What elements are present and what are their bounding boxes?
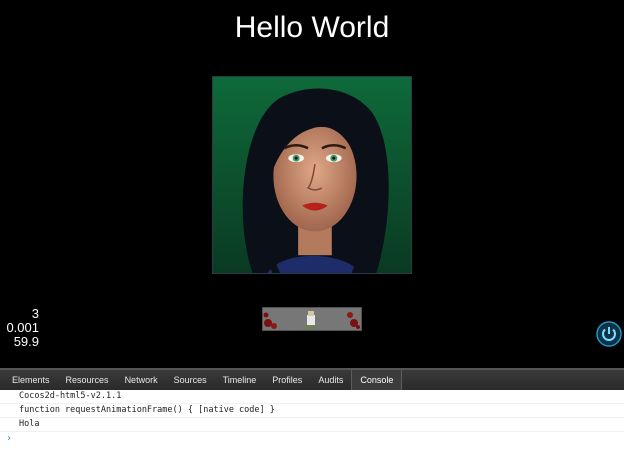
console-prompt-icon[interactable]: ›: [6, 433, 12, 444]
tab-profiles[interactable]: Profiles: [264, 370, 310, 390]
tab-elements[interactable]: Elements: [4, 370, 58, 390]
tab-console[interactable]: Console: [351, 370, 403, 390]
power-icon[interactable]: [596, 321, 622, 347]
devtools-panel: Elements Resources Network Sources Timel…: [0, 368, 624, 450]
console-line: Cocos2d-html5-v2.1.1: [0, 390, 624, 404]
hello-world-title: Hello World: [234, 11, 390, 44]
fps-stats: 3 0.001 59.9: [0, 307, 39, 349]
console-line: function requestAnimationFrame() { [nati…: [0, 404, 624, 418]
console-line: Hola: [0, 418, 624, 432]
tab-network[interactable]: Network: [117, 370, 166, 390]
devtools-tabbar: Elements Resources Network Sources Timel…: [0, 368, 624, 390]
frame-time-stat: 0.001: [6, 320, 39, 335]
draw-calls-stat: 3: [31, 306, 39, 321]
game-canvas[interactable]: Hello World 3 0.001 59.9: [0, 0, 624, 368]
fps-stat: 59.9: [13, 334, 39, 349]
sprite-menu-button[interactable]: [261, 306, 363, 332]
tab-resources[interactable]: Resources: [58, 370, 117, 390]
tab-audits[interactable]: Audits: [310, 370, 351, 390]
portrait-sprite: [212, 76, 412, 274]
console-output: Cocos2d-html5-v2.1.1 function requestAni…: [0, 390, 624, 450]
tab-sources[interactable]: Sources: [166, 370, 215, 390]
tab-timeline[interactable]: Timeline: [215, 370, 265, 390]
